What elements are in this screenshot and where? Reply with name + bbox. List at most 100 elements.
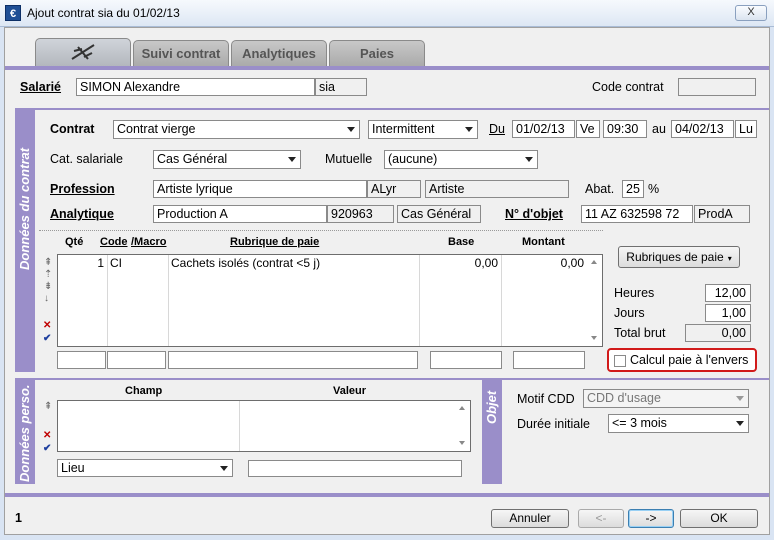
tab-paies[interactable]: Paies: [329, 40, 425, 67]
mutuelle-label: Mutuelle: [325, 152, 373, 166]
du-label: Du: [489, 122, 505, 136]
statut-value: Intermittent: [372, 122, 435, 136]
mutuelle-select[interactable]: (aucune): [384, 150, 538, 169]
champ-header: Champ: [125, 385, 163, 397]
grid-scrollbar[interactable]: [587, 255, 602, 346]
salarie-name-field[interactable]: SIMON Alexandre: [76, 78, 315, 96]
profession-code-field: ALyr: [367, 180, 421, 198]
paie-grid[interactable]: 1 CI Cachets isolés (contrat <5 j) 0,00 …: [57, 254, 603, 347]
scroll-up-icon[interactable]: [591, 260, 597, 264]
total-brut-field: 0,00: [685, 324, 751, 342]
perso-scrollbar[interactable]: [455, 401, 470, 451]
calcul-envers-highlight: Calcul paie à l'envers: [607, 348, 757, 372]
motif-cdd-value: CDD d'usage: [587, 391, 661, 405]
move-bottom-icon[interactable]: ⇟: [44, 282, 52, 292]
page-number: 1: [15, 511, 22, 525]
chevron-down-icon: [220, 466, 228, 471]
jours-field[interactable]: 1,00: [705, 304, 751, 322]
window-title: Ajout contrat sia du 01/02/13: [27, 6, 180, 20]
move-top-icon[interactable]: ⇞: [44, 402, 52, 412]
tab-underline: [5, 66, 769, 70]
profession-field[interactable]: Artiste lyrique: [153, 180, 367, 198]
annuler-button[interactable]: Annuler: [491, 509, 569, 528]
delete-row-icon[interactable]: ✕: [43, 321, 51, 331]
validate-row-icon[interactable]: ✔: [43, 334, 51, 344]
code-contrat-field[interactable]: [678, 78, 756, 96]
au-date-field[interactable]: 04/02/13: [671, 120, 734, 138]
donnees-perso-band: Données perso.: [15, 380, 35, 484]
donnees-perso-label: Données perso.: [17, 384, 32, 482]
contrat-label: Contrat: [50, 122, 95, 136]
row-qte: 1: [97, 256, 104, 270]
contrat-type-select[interactable]: Contrat vierge: [113, 120, 360, 139]
motif-cdd-label: Motif CDD: [517, 392, 575, 406]
rubrique-header: Rubrique de paie: [230, 236, 320, 248]
footer-separator: [5, 493, 769, 497]
duree-initiale-value: <= 3 mois: [612, 416, 667, 430]
scroll-down-icon[interactable]: [591, 336, 597, 340]
valeur-header: Valeur: [333, 385, 367, 397]
move-down-icon[interactable]: ↓: [44, 294, 49, 304]
du-date-field[interactable]: 01/02/13: [512, 120, 575, 138]
au-label: au: [652, 122, 666, 136]
lieu-select[interactable]: Lieu: [57, 459, 233, 477]
numero-objet-field[interactable]: 11 AZ 632598 72: [581, 205, 693, 223]
abat-field[interactable]: 25: [622, 180, 644, 198]
perso-top-rule: [15, 378, 769, 380]
move-top-icon[interactable]: ⇞: [44, 258, 52, 268]
scroll-down-icon[interactable]: [459, 441, 465, 445]
tab-suivi-contrat[interactable]: Suivi contrat: [133, 40, 229, 67]
new-montant-input[interactable]: [513, 351, 585, 369]
ok-button[interactable]: OK: [680, 509, 758, 528]
dialog-body: Suivi contrat Analytiques Paies Salarié …: [4, 27, 770, 535]
chevron-down-icon: [736, 396, 744, 401]
qte-header: Qté: [65, 236, 84, 248]
table-row[interactable]: 1 CI Cachets isolés (contrat <5 j) 0,00 …: [58, 256, 587, 272]
rubriques-de-paie-button[interactable]: Rubriques de paie ▾: [618, 246, 740, 268]
tab-analytiques[interactable]: Analytiques: [231, 40, 327, 67]
validate-row-icon[interactable]: ✔: [43, 444, 51, 454]
montant-header: Montant: [522, 236, 565, 248]
chevron-down-icon: [465, 127, 473, 132]
close-button[interactable]: X: [735, 5, 767, 21]
cat-salariale-select[interactable]: Cas Général: [153, 150, 301, 169]
lieu-input[interactable]: [248, 460, 462, 477]
scroll-up-icon[interactable]: [459, 406, 465, 410]
code-contrat-label: Code contrat: [592, 80, 664, 94]
analytique-label: Analytique: [50, 207, 114, 221]
tab-general[interactable]: [35, 38, 131, 67]
donnees-contrat-band: Données du contrat: [15, 108, 35, 372]
motif-cdd-select: CDD d'usage: [583, 389, 749, 408]
duree-initiale-select[interactable]: <= 3 mois: [608, 414, 749, 433]
statut-select[interactable]: Intermittent: [368, 120, 478, 139]
calcul-envers-checkbox[interactable]: [614, 355, 626, 367]
app-icon: €: [5, 5, 21, 21]
new-code-input[interactable]: [107, 351, 166, 369]
cat-salariale-value: Cas Général: [157, 152, 228, 166]
delete-row-icon[interactable]: ✕: [43, 431, 51, 441]
move-up-icon[interactable]: ⇡: [44, 270, 52, 280]
next-button[interactable]: ->: [628, 509, 674, 528]
cat-salariale-label: Cat. salariale: [50, 152, 123, 166]
profession-label: Profession: [50, 182, 115, 196]
jours-label: Jours: [614, 306, 645, 320]
title-bar: € Ajout contrat sia du 01/02/13 X: [0, 0, 774, 27]
duree-initiale-label: Durée initiale: [517, 417, 590, 431]
new-qte-input[interactable]: [57, 351, 106, 369]
du-time-field[interactable]: 09:30: [603, 120, 647, 138]
heures-field[interactable]: 12,00: [705, 284, 751, 302]
row-rubrique: Cachets isolés (contrat <5 j): [171, 256, 321, 270]
contrat-type-value: Contrat vierge: [117, 122, 196, 136]
new-rubrique-input[interactable]: [168, 351, 418, 369]
au-day-field: Lu: [735, 120, 757, 138]
previous-button[interactable]: <-: [578, 509, 624, 528]
perso-grid[interactable]: [57, 400, 471, 452]
new-base-input[interactable]: [430, 351, 502, 369]
analytique-field[interactable]: Production A: [153, 205, 327, 223]
dropdown-arrow-icon: ▾: [727, 254, 732, 263]
total-brut-label: Total brut: [614, 326, 666, 340]
rubriques-button-label: Rubriques de paie: [626, 250, 724, 264]
row-code: CI: [110, 256, 122, 270]
base-header: Base: [448, 236, 475, 248]
objet-code-field: ProdA: [694, 205, 750, 223]
